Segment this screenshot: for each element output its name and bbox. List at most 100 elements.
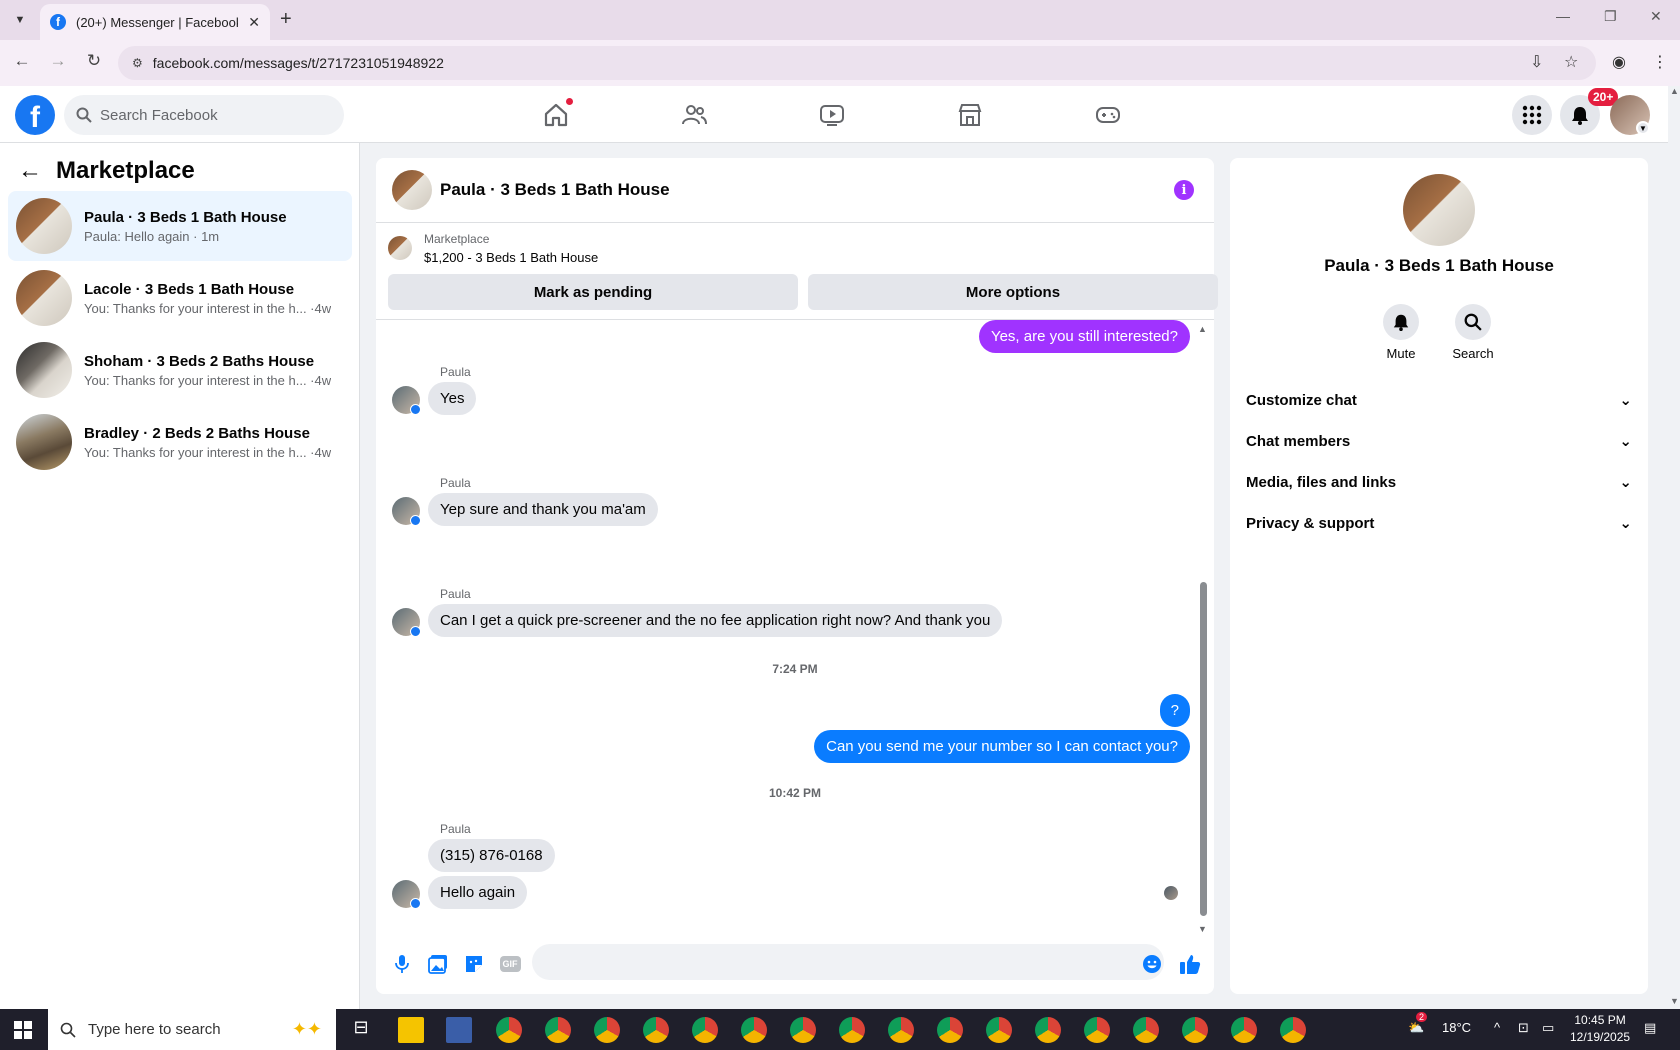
conversation-item[interactable]: Lacole · 3 Beds 1 Bath House You: Thanks… xyxy=(8,263,352,333)
thumbs-up-icon[interactable] xyxy=(1178,952,1202,976)
minimize-button[interactable]: — xyxy=(1556,8,1570,24)
chrome-icon[interactable] xyxy=(545,1017,571,1043)
address-bar[interactable]: ⚙ facebook.com/messages/t/27172310519489… xyxy=(118,46,1596,80)
chrome-icon[interactable] xyxy=(1084,1017,1110,1043)
privacy-support-row[interactable]: Privacy & support ⌄ xyxy=(1246,503,1632,543)
conversation-item[interactable]: Paula · 3 Beds 1 Bath House Paula: Hello… xyxy=(8,191,352,261)
conversation-title: Paula · 3 Beds 1 Bath House xyxy=(1324,256,1554,275)
browser-tab[interactable]: f (20+) Messenger | Facebook ✕ xyxy=(40,4,270,40)
task-view-icon[interactable]: ⊟ xyxy=(348,1017,374,1043)
nav-marketplace[interactable] xyxy=(914,86,1026,143)
chat-panel: Paula · 3 Beds 1 Bath House i Marketplac… xyxy=(376,158,1218,994)
sender-avatar[interactable] xyxy=(392,386,421,415)
message-bubble-outgoing[interactable]: ? xyxy=(1159,694,1190,727)
browser-menu-icon[interactable]: ⋮ xyxy=(1652,52,1668,72)
chrome-icon[interactable] xyxy=(594,1017,620,1043)
scroll-up-icon[interactable]: ▲ xyxy=(1198,324,1207,334)
marketplace-listing-bar: Marketplace $1,200 - 3 Beds 1 Bath House… xyxy=(376,224,1218,320)
bookmark-star-icon[interactable]: ☆ xyxy=(1564,52,1578,72)
message-bubble-incoming[interactable]: Hello again xyxy=(428,876,528,909)
facebook-logo[interactable]: f xyxy=(15,95,55,135)
chat-listing-thumbnail[interactable] xyxy=(392,170,432,210)
back-arrow-icon[interactable]: ← xyxy=(18,157,42,185)
more-options-button[interactable]: More options xyxy=(808,274,1218,310)
info-icon[interactable]: i xyxy=(1174,180,1194,200)
message-bubble-incoming[interactable]: Yep sure and thank you ma'am xyxy=(428,493,658,526)
chrome-icon[interactable] xyxy=(1133,1017,1159,1043)
chrome-icon[interactable] xyxy=(692,1017,718,1043)
sender-avatar[interactable] xyxy=(392,608,421,637)
tab-search-dropdown[interactable]: ▼ xyxy=(8,8,32,32)
reload-button[interactable]: ↻ xyxy=(82,51,106,71)
page-scrollbar[interactable]: ▲ ▼ xyxy=(1668,86,1680,1009)
message-input[interactable] xyxy=(532,944,1164,980)
chrome-icon[interactable] xyxy=(1182,1017,1208,1043)
chrome-icon[interactable] xyxy=(1035,1017,1061,1043)
nav-home[interactable] xyxy=(500,86,612,143)
chat-title[interactable]: Paula · 3 Beds 1 Bath House xyxy=(440,180,670,200)
scroll-down-icon[interactable]: ▼ xyxy=(1670,996,1679,1006)
sticker-icon[interactable] xyxy=(462,952,486,976)
chevron-down-icon[interactable]: ▼ xyxy=(1636,121,1650,135)
photo-icon[interactable] xyxy=(426,952,450,976)
nav-friends[interactable] xyxy=(638,86,750,143)
tray-app-icon[interactable]: ⊡ xyxy=(1518,1020,1529,1036)
chrome-icon[interactable] xyxy=(643,1017,669,1043)
mark-as-pending-button[interactable]: Mark as pending xyxy=(388,274,798,310)
new-tab-button[interactable]: + xyxy=(280,8,292,31)
install-app-icon[interactable]: ⇩ xyxy=(1530,52,1543,72)
sticky-notes-icon[interactable] xyxy=(398,1017,424,1043)
app-icon[interactable] xyxy=(446,1017,472,1043)
listing-title[interactable]: $1,200 - 3 Beds 1 Bath House xyxy=(424,250,598,265)
media-files-links-row[interactable]: Media, files and links ⌄ xyxy=(1246,462,1632,502)
chrome-icon[interactable] xyxy=(1231,1017,1257,1043)
notification-center-icon[interactable]: ▤ xyxy=(1644,1020,1656,1036)
search-conversation-button[interactable]: Search xyxy=(1443,304,1503,361)
message-list[interactable]: ▲ ▼ Yes, are you still interested? Paula… xyxy=(376,320,1214,934)
message-bubble-incoming[interactable]: (315) 876-0168 xyxy=(428,839,555,872)
scrollbar-thumb[interactable] xyxy=(1200,582,1207,916)
windows-start-icon[interactable] xyxy=(14,1021,32,1039)
sender-avatar[interactable] xyxy=(392,880,421,909)
message-bubble-incoming[interactable]: Can I get a quick pre-screener and the n… xyxy=(428,604,1003,637)
menu-button[interactable] xyxy=(1512,95,1552,135)
mute-button[interactable]: Mute xyxy=(1371,304,1431,361)
chrome-icon[interactable] xyxy=(1280,1017,1306,1043)
chrome-icon[interactable] xyxy=(937,1017,963,1043)
profile-icon[interactable]: ◉ xyxy=(1612,52,1626,72)
conversation-photo[interactable] xyxy=(1403,174,1475,246)
tray-overflow-icon[interactable]: ^ xyxy=(1494,1020,1500,1035)
network-icon[interactable]: ▭ xyxy=(1542,1020,1554,1036)
conversation-item[interactable]: Shoham · 3 Beds 2 Baths House You: Thank… xyxy=(8,335,352,405)
nav-gaming[interactable] xyxy=(1052,86,1164,143)
chrome-icon[interactable] xyxy=(888,1017,914,1043)
facebook-search[interactable]: Search Facebook xyxy=(64,95,344,135)
chrome-icon[interactable] xyxy=(839,1017,865,1043)
chat-members-row[interactable]: Chat members ⌄ xyxy=(1246,421,1632,461)
message-bubble-incoming[interactable]: Yes xyxy=(428,382,477,415)
nav-video[interactable] xyxy=(776,86,888,143)
message-bubble-outgoing[interactable]: Yes, are you still interested? xyxy=(978,320,1190,353)
conversation-item[interactable]: Bradley · 2 Beds 2 Baths House You: Than… xyxy=(8,407,352,477)
conversation-preview: You: Thanks for your interest in the h..… xyxy=(84,372,332,388)
sender-avatar[interactable] xyxy=(392,497,421,526)
taskbar-clock[interactable]: 10:45 PM 12/19/2025 xyxy=(1570,1012,1630,1046)
emoji-icon[interactable] xyxy=(1140,952,1164,976)
restore-button[interactable]: ❐ xyxy=(1604,8,1617,25)
microphone-icon[interactable] xyxy=(390,952,414,976)
forward-button[interactable]: → xyxy=(46,51,70,71)
customize-chat-row[interactable]: Customize chat ⌄ xyxy=(1246,380,1632,420)
chrome-icon[interactable] xyxy=(496,1017,522,1043)
chrome-icon[interactable] xyxy=(986,1017,1012,1043)
scroll-up-icon[interactable]: ▲ xyxy=(1670,86,1679,96)
tab-close-icon[interactable]: ✕ xyxy=(248,14,260,31)
chrome-icon[interactable] xyxy=(741,1017,767,1043)
close-window-button[interactable]: ✕ xyxy=(1650,8,1662,25)
taskbar-search[interactable]: Type here to search ✦✦ xyxy=(48,1009,336,1050)
back-button[interactable]: ← xyxy=(10,51,34,71)
message-bubble-outgoing[interactable]: Can you send me your number so I can con… xyxy=(814,730,1190,763)
weather-icon[interactable]: ⛅ xyxy=(1408,1020,1424,1036)
chrome-icon[interactable] xyxy=(790,1017,816,1043)
gif-icon[interactable]: GIF xyxy=(498,952,522,976)
site-info-icon[interactable]: ⚙ xyxy=(132,56,143,70)
